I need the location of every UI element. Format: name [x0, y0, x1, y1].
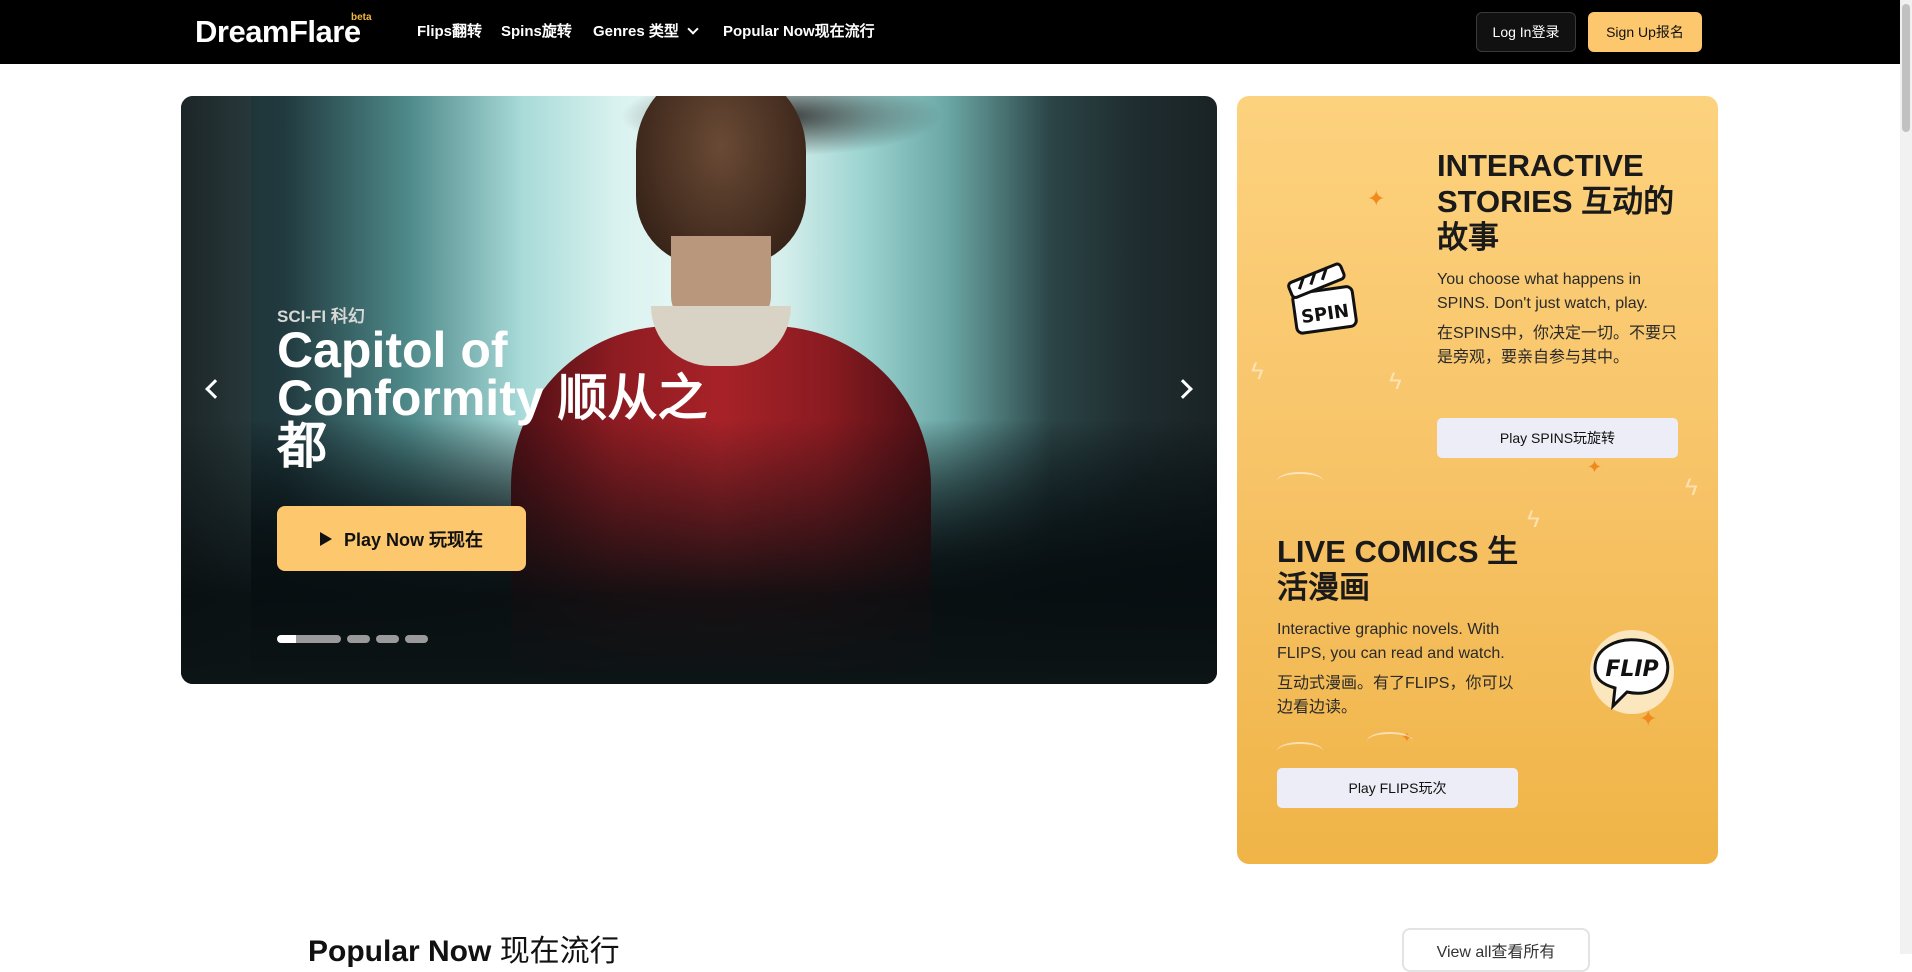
nav-link-flips[interactable]: Flips翻转 [417, 22, 482, 42]
play-icon [319, 531, 332, 546]
carousel-dot-2[interactable] [347, 635, 370, 643]
flip-speech-bubble-icon: FLIP [1590, 630, 1674, 714]
view-all-button[interactable]: View all查看所有 [1402, 928, 1590, 972]
nav-link-spins[interactable]: Spins旋转 [501, 22, 572, 42]
sparkle-star-icon: ✦ [1587, 457, 1603, 477]
carousel-next-button[interactable] [1169, 372, 1203, 406]
play-spins-button[interactable]: Play SPINS玩旋转 [1437, 418, 1678, 458]
hero-carousel: SCI-FI 科幻 Capitol of Conformity 顺从之都 Pla… [181, 96, 1217, 684]
arrow-left-icon [205, 379, 225, 399]
lightning-doodle-icon: ϟ [1251, 358, 1264, 385]
popular-now-title-zh: 现在流行 [499, 935, 620, 968]
lightning-doodle-icon: ϟ [1685, 474, 1698, 501]
nav-link-genres[interactable]: Genres 类型 [593, 22, 699, 42]
hero-title: Capitol of Conformity 顺从之都 [277, 322, 708, 474]
carousel-indicators [277, 635, 428, 643]
squiggle-doodle [1277, 472, 1323, 490]
signup-button[interactable]: Sign Up报名 [1588, 12, 1702, 52]
arrow-right-icon [1173, 379, 1193, 399]
dreamflare-logo[interactable]: DreamFlare beta [195, 12, 372, 50]
logo-text: DreamFlare [195, 14, 361, 49]
flip-badge-text: FLIP [1605, 657, 1658, 682]
play-now-label: Play Now 玩现在 [343, 529, 484, 550]
carousel-dot-4[interactable] [405, 635, 428, 643]
nav-genres-label: Genres 类型 [593, 23, 679, 40]
play-flips-button[interactable]: Play FLIPS玩次 [1277, 768, 1518, 808]
chevron-down-icon [687, 23, 699, 35]
squiggle-doodle [1277, 742, 1323, 760]
beta-badge: beta [351, 12, 372, 23]
carousel-dot-1[interactable] [277, 635, 341, 643]
login-button[interactable]: Log In登录 [1476, 12, 1576, 52]
lightning-doodle-icon: ϟ [1527, 506, 1540, 533]
flips-description-en: Interactive graphic novels. With FLIPS, … [1277, 621, 1505, 662]
play-now-button[interactable]: Play Now 玩现在 [277, 506, 526, 571]
squiggle-doodle [1367, 732, 1413, 750]
carousel-prev-button[interactable] [195, 372, 229, 406]
promo-panel: ✦ ✦ ✦ ✦ ϟ ϟ ϟ ϟ SPIN INTERACTIVE STORIES… [1237, 96, 1718, 864]
lightning-doodle-icon: ϟ [1389, 368, 1402, 395]
top-navigation-bar: DreamFlare beta Flips翻转 Spins旋转 Genres 类… [0, 0, 1900, 64]
spin-clapper-icon: SPIN [1287, 262, 1358, 335]
popular-now-heading: Popular Now 现在流行 [308, 926, 620, 970]
page-scrollbar[interactable] [1900, 0, 1912, 954]
sparkle-star-icon: ✦ [1367, 186, 1386, 211]
flips-heading: LIVE COMICS 生活漫画 [1277, 534, 1519, 605]
flips-description-zh: 互动式漫画。有了FLIPS，你可以边看边读。 [1277, 675, 1514, 716]
scrollbar-thumb[interactable] [1902, 4, 1910, 132]
spins-heading: INTERACTIVE STORIES 互动的故事 [1437, 148, 1675, 255]
nav-link-popular-now[interactable]: Popular Now现在流行 [723, 22, 875, 42]
spins-description-en: You choose what happens in SPINS. Don't … [1437, 271, 1648, 312]
spins-description-zh: 在SPINS中，你决定一切。不要只是旁观，要亲自参与其中。 [1437, 325, 1678, 366]
carousel-dot-3[interactable] [376, 635, 399, 643]
popular-now-title-en: Popular Now [308, 935, 492, 968]
